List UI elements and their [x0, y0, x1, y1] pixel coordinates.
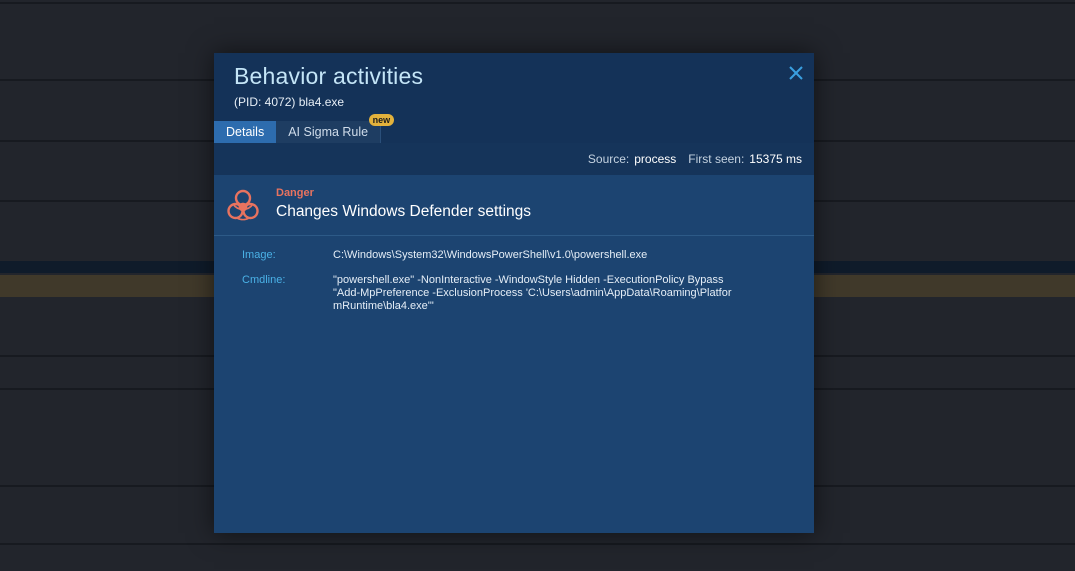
alert-summary: Danger Changes Windows Defender settings: [214, 175, 814, 236]
process-subtitle: (PID: 4072) bla4.exe: [234, 95, 345, 109]
bg-row-divider: [0, 543, 1075, 545]
tab-details-label: Details: [226, 125, 265, 139]
image-value: C:\Windows\System32\WindowsPowerShell\v1…: [333, 249, 648, 261]
first-seen-label: First seen:: [688, 152, 745, 166]
modal-title: Behavior activities: [234, 63, 424, 89]
new-badge: new: [368, 114, 395, 126]
detail-row-image: Image: C:\Windows\System32\WindowsPowerS…: [242, 249, 782, 262]
alert-title: Changes Windows Defender settings: [276, 203, 532, 220]
image-label: Image:: [242, 249, 276, 261]
behavior-activities-modal: Behavior activities (PID: 4072) bla4.exe…: [214, 53, 814, 533]
source-value: process: [634, 152, 677, 166]
detail-list: Image: C:\Windows\System32\WindowsPowerS…: [242, 249, 782, 325]
tab-details[interactable]: Details: [214, 121, 277, 143]
biohazard-icon: [227, 189, 259, 221]
danger-level: Danger: [276, 187, 314, 199]
modal-tabs: Details AI Sigma Rule new: [214, 114, 395, 143]
modal-header: Behavior activities (PID: 4072) bla4.exe…: [214, 53, 814, 143]
tab-ai-sigma-rule[interactable]: AI Sigma Rule new: [276, 114, 395, 143]
close-icon: [789, 66, 803, 80]
first-seen-value: 15375 ms: [749, 152, 802, 166]
cmdline-value: "powershell.exe" -NonInteractive -Window…: [333, 274, 732, 312]
bg-row-divider: [0, 2, 1075, 4]
tab-ai-sigma-rule-label: AI Sigma Rule: [288, 125, 369, 139]
source-label: Source:: [587, 152, 630, 166]
cmdline-label: Cmdline:: [242, 274, 286, 286]
detail-row-cmdline: Cmdline: "powershell.exe" -NonInteractiv…: [242, 274, 782, 313]
close-button[interactable]: [784, 61, 808, 85]
source-info-bar: Source: process First seen: 15375 ms: [214, 143, 814, 175]
